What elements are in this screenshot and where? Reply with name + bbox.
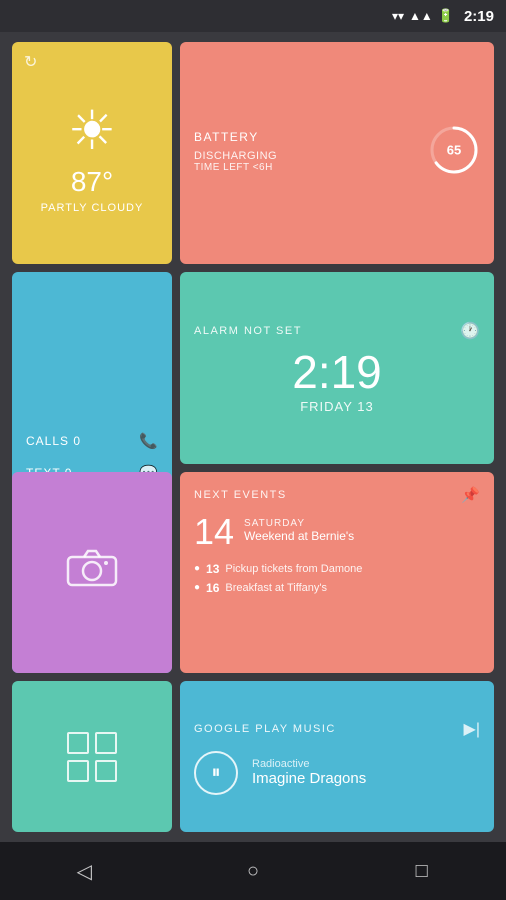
music-track: Radioactive	[252, 758, 366, 770]
back-button[interactable]: ◁	[59, 851, 109, 891]
sun-icon: ☀	[68, 99, 116, 162]
battery-percent: 65	[447, 142, 461, 157]
next-track-icon[interactable]: ▶|	[464, 719, 480, 739]
battery-label: BATTERY	[194, 130, 277, 144]
event-secondary-1: ● 13 Pickup tickets from Damone	[194, 562, 480, 576]
camera-tile[interactable]	[12, 472, 172, 674]
alarm-label: ALARM NOT SET	[194, 325, 302, 337]
grid-cell-2	[95, 732, 117, 754]
events-label: NEXT EVENTS	[194, 489, 287, 501]
alarm-header: ALARM NOT SET 🕐	[194, 321, 480, 341]
phone-icon: 📞	[139, 432, 158, 450]
battery-tile[interactable]: BATTERY DISCHARGING TIME LEFT <6H 65	[180, 42, 494, 264]
status-time: 2:19	[464, 8, 494, 25]
grid-cell-1	[67, 732, 89, 754]
music-header: GOOGLE PLAY MUSIC ▶|	[194, 719, 480, 739]
alarm-date: FRIDAY 13	[300, 399, 374, 414]
nav-bar: ◁ ○ □	[0, 842, 506, 900]
event-sec-title-2: Breakfast at Tiffany's	[225, 582, 327, 594]
music-artist: Imagine Dragons	[252, 770, 366, 787]
calls-label: CALLS 0	[26, 434, 81, 448]
camera-icon	[66, 547, 118, 597]
events-tile[interactable]: NEXT EVENTS 📌 14 SATURDAY Weekend at Ber…	[180, 472, 494, 674]
bullet-icon-1: ●	[194, 563, 200, 574]
battery-time-left: TIME LEFT <6H	[194, 162, 277, 173]
temperature: 87°	[71, 166, 113, 198]
grid-icon	[67, 732, 117, 782]
home-icon: ○	[247, 860, 259, 883]
bullet-icon-2: ●	[194, 582, 200, 593]
battery-status: DISCHARGING	[194, 150, 277, 162]
event-sec-day-1: 13	[206, 562, 219, 576]
wifi-icon: ▾▾	[392, 9, 404, 23]
status-bar: ▾▾ ▲▲ 🔋 2:19	[0, 0, 506, 32]
alarm-tile[interactable]: ALARM NOT SET 🕐 2:19 FRIDAY 13	[180, 272, 494, 464]
event-main-detail: SATURDAY Weekend at Bernie's	[244, 518, 354, 543]
battery-circle: 65	[428, 124, 480, 176]
event-main: 14 SATURDAY Weekend at Bernie's	[194, 514, 480, 550]
battery-info: BATTERY DISCHARGING TIME LEFT <6H	[194, 130, 277, 173]
event-sec-day-2: 16	[206, 581, 219, 595]
main-grid: ↻ ☀ 87° PARTLY CLOUDY BATTERY DISCHARGIN…	[0, 32, 506, 842]
grid-cell-3	[67, 760, 89, 782]
alarm-clock-icon: 🕐	[460, 321, 480, 341]
battery-icon: 🔋	[438, 8, 454, 24]
music-label: GOOGLE PLAY MUSIC	[194, 723, 336, 735]
recents-button[interactable]: □	[397, 851, 447, 891]
event-sec-title-1: Pickup tickets from Damone	[225, 563, 362, 575]
music-info: Radioactive Imagine Dragons	[252, 758, 366, 787]
grid-cell-4	[95, 760, 117, 782]
event-main-title: Weekend at Bernie's	[244, 529, 354, 543]
weather-description: PARTLY CLOUDY	[41, 202, 144, 214]
event-main-day: 14	[194, 514, 234, 550]
music-tile[interactable]: GOOGLE PLAY MUSIC ▶| ⏸ Radioactive Imagi…	[180, 681, 494, 832]
events-header: NEXT EVENTS 📌	[194, 486, 480, 504]
refresh-icon: ↻	[24, 52, 37, 72]
music-body: ⏸ Radioactive Imagine Dragons	[194, 751, 480, 795]
event-main-day-label: SATURDAY	[244, 518, 354, 529]
calls-row: CALLS 0 📞	[26, 432, 158, 450]
battery-header: BATTERY DISCHARGING TIME LEFT <6H 65	[194, 130, 480, 176]
alarm-time: 2:19	[292, 349, 382, 395]
pause-button[interactable]: ⏸	[194, 751, 238, 795]
home-button[interactable]: ○	[228, 851, 278, 891]
weather-tile[interactable]: ↻ ☀ 87° PARTLY CLOUDY	[12, 42, 172, 264]
recents-icon: □	[416, 860, 428, 883]
apps-tile[interactable]	[12, 681, 172, 832]
status-icons: ▾▾ ▲▲ 🔋	[392, 8, 454, 24]
pin-icon: 📌	[461, 486, 480, 504]
event-secondary-2: ● 16 Breakfast at Tiffany's	[194, 581, 480, 595]
signal-icon: ▲▲	[409, 9, 433, 23]
back-icon: ◁	[77, 859, 92, 884]
